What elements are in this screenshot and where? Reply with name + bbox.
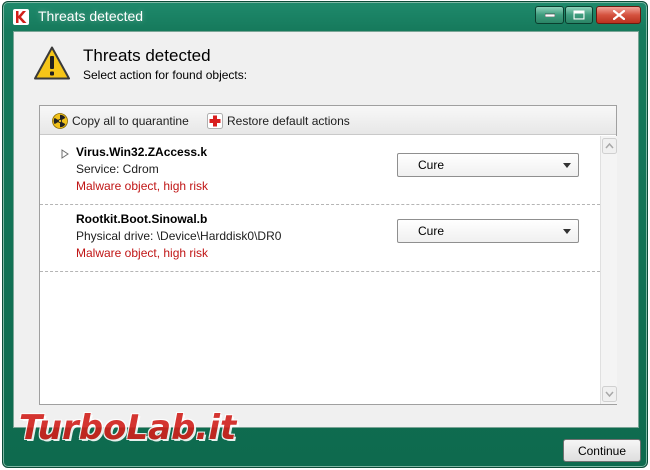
window-title: Threats detected — [38, 8, 144, 24]
chevron-down-icon — [563, 229, 571, 234]
maximize-button[interactable] — [565, 6, 593, 24]
maximize-icon — [573, 10, 585, 20]
continue-button[interactable]: Continue — [563, 439, 641, 462]
threat-name: Virus.Win32.ZAccess.k — [76, 145, 208, 159]
copy-to-quarantine-button[interactable]: Copy all to quarantine — [52, 112, 189, 129]
threat-risk-level: Malware object, high risk — [76, 179, 209, 193]
scroll-up-icon[interactable] — [602, 138, 617, 154]
threat-location: Physical drive: \Device\Harddisk0\DR0 — [76, 229, 282, 243]
watermark-logo: TurboLab.it — [19, 408, 237, 448]
minimize-button[interactable] — [535, 6, 564, 24]
minimize-icon — [544, 13, 555, 17]
action-dropdown-value: Cure — [418, 224, 445, 238]
threat-item[interactable]: Rootkit.Boot.Sinowal.b Physical drive: \… — [40, 207, 600, 272]
threats-window: Threats detected Threats detected Select… — [2, 1, 648, 468]
close-icon — [612, 10, 625, 20]
warning-triangle-icon — [34, 46, 70, 80]
page-subtitle: Select action for found objects: — [83, 68, 248, 82]
action-dropdown-value: Cure — [418, 158, 445, 172]
threat-name: Rootkit.Boot.Sinowal.b — [76, 212, 208, 226]
radiation-icon — [52, 112, 68, 129]
close-button[interactable] — [596, 6, 641, 24]
expand-arrow-icon[interactable] — [61, 149, 69, 159]
actions-toolbar: Copy all to quarantine Restore default a… — [40, 106, 616, 135]
threat-risk-level: Malware object, high risk — [76, 246, 209, 260]
restore-default-actions-button[interactable]: Restore default actions — [207, 112, 350, 129]
title-bar[interactable]: Threats detected — [3, 2, 647, 30]
copy-to-quarantine-label: Copy all to quarantine — [72, 113, 189, 128]
kaspersky-k-icon — [13, 9, 29, 25]
page-title: Threats detected — [83, 46, 211, 65]
dialog-body: Threats detected Select action for found… — [13, 31, 639, 428]
threat-location: Service: Cdrom — [76, 162, 159, 176]
chevron-down-icon — [563, 163, 571, 168]
action-dropdown[interactable]: Cure — [397, 219, 579, 243]
threats-list: Virus.Win32.ZAccess.k Service: Cdrom Mal… — [40, 136, 600, 404]
action-dropdown[interactable]: Cure — [397, 153, 579, 177]
restore-default-actions-label: Restore default actions — [227, 113, 350, 128]
vertical-scrollbar[interactable] — [600, 136, 617, 404]
red-cross-icon — [207, 112, 223, 129]
scroll-down-icon[interactable] — [602, 386, 617, 402]
threat-item[interactable]: Virus.Win32.ZAccess.k Service: Cdrom Mal… — [40, 140, 600, 205]
threats-panel: Copy all to quarantine Restore default a… — [39, 105, 617, 405]
